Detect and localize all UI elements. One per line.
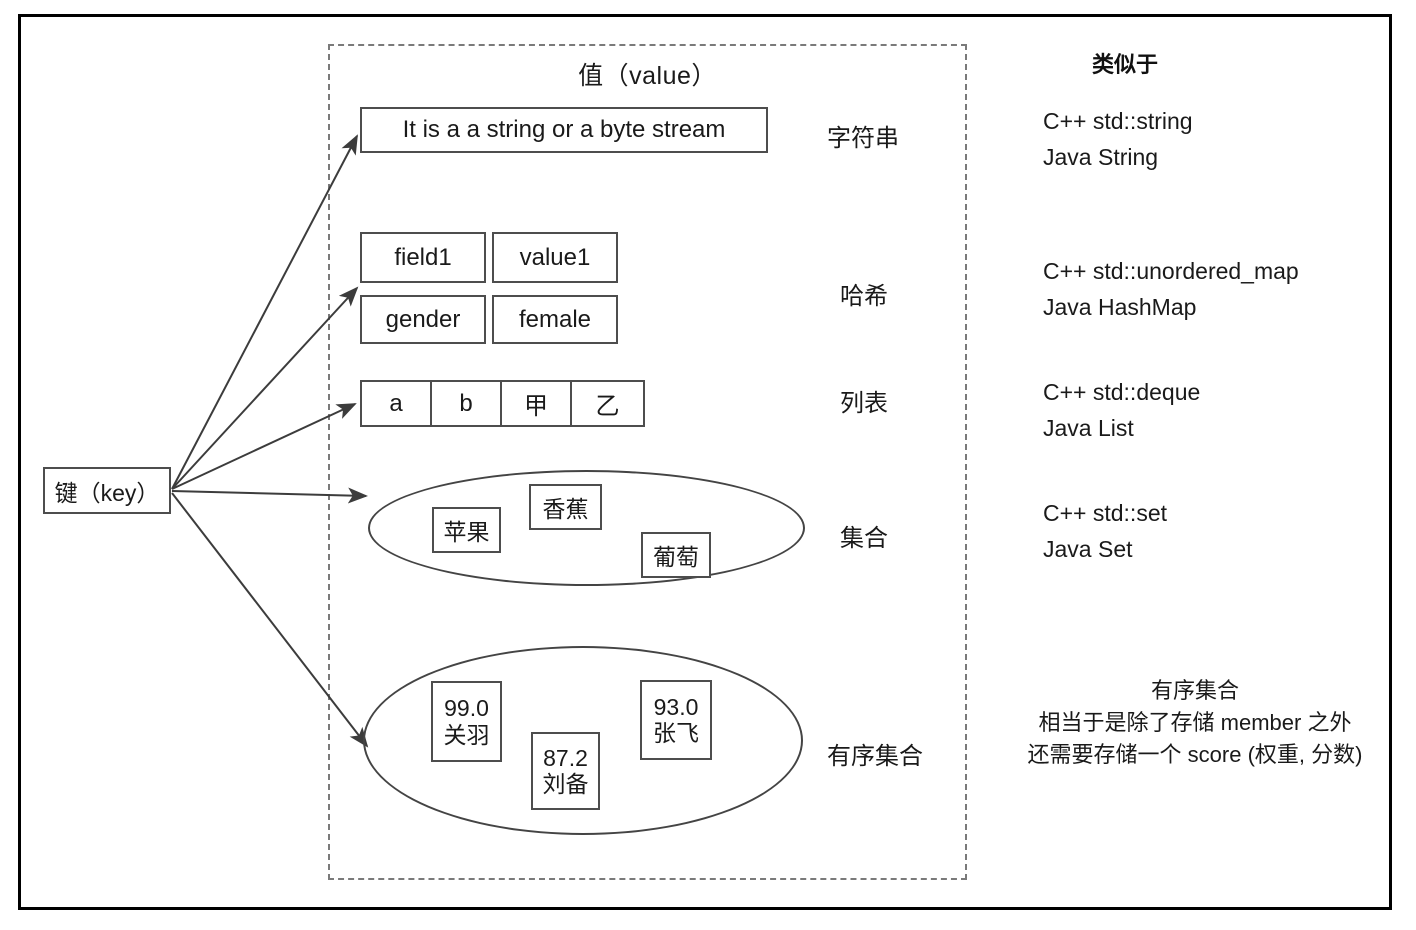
list-cell-text: b bbox=[459, 389, 473, 417]
analog-java-set: Java Set bbox=[1043, 535, 1133, 562]
sorted-set-note: 有序集合 相当于是除了存储 member 之外 还需要存储一个 score (权… bbox=[990, 675, 1400, 771]
sorted-set-note-line-1: 相当于是除了存储 member 之外 bbox=[1038, 709, 1352, 735]
set-item-text: 葡萄 bbox=[653, 544, 699, 570]
key-box-label: 键（key） bbox=[54, 479, 160, 506]
string-value-box: It is a a string or a byte stream bbox=[360, 107, 768, 153]
similar-column-title: 类似于 bbox=[1092, 52, 1159, 77]
list-cell-text: 乙 bbox=[595, 393, 620, 420]
sorted-set-item-box: 93.0 张飞 bbox=[640, 680, 712, 760]
key-box: 键（key） bbox=[43, 467, 171, 514]
analog-java-hashmap: Java HashMap bbox=[1043, 293, 1197, 320]
list-cell: 乙 bbox=[572, 382, 643, 425]
set-item-text: 苹果 bbox=[443, 519, 490, 545]
sorted-set-item-member: 刘备 bbox=[542, 771, 589, 797]
sorted-set-item-box: 87.2 刘备 bbox=[531, 732, 600, 810]
type-label-list: 列表 bbox=[840, 390, 888, 417]
sorted-set-item-member: 张飞 bbox=[653, 720, 699, 746]
analog-cpp-set: C++ std::set bbox=[1043, 500, 1168, 526]
sorted-set-item-score: 93.0 bbox=[653, 693, 699, 720]
hash-field-2-text: gender bbox=[385, 305, 461, 333]
analog-group-list: C++ std::deque Java List bbox=[1043, 375, 1200, 446]
analog-group-hash: C++ std::unordered_map Java HashMap bbox=[1043, 254, 1299, 325]
analog-java-list: Java List bbox=[1043, 414, 1134, 441]
type-label-string: 字符串 bbox=[827, 125, 899, 152]
string-value-text: It is a a string or a byte stream bbox=[402, 116, 726, 143]
hash-field-1-box: field1 bbox=[360, 232, 486, 283]
hash-field-2-box: gender bbox=[360, 295, 486, 344]
type-label-sorted-set: 有序集合 bbox=[827, 743, 923, 770]
analog-cpp-deque: C++ std::deque bbox=[1043, 379, 1201, 405]
list-cell: 甲 bbox=[502, 382, 572, 425]
analog-group-set: C++ std::set Java Set bbox=[1043, 496, 1167, 567]
set-item-text: 香蕉 bbox=[542, 496, 589, 522]
set-item-box: 苹果 bbox=[432, 507, 501, 553]
set-item-box: 葡萄 bbox=[641, 532, 711, 578]
analog-java-string: Java String bbox=[1043, 143, 1159, 170]
diagram-canvas: 值（value） 键（key） It is a a string or a by… bbox=[0, 0, 1416, 930]
sorted-set-item-score: 99.0 bbox=[444, 695, 489, 722]
hash-value-1-text: value1 bbox=[519, 243, 591, 271]
sorted-set-item-member: 关羽 bbox=[443, 721, 490, 748]
analog-cpp-string: C++ std::string bbox=[1043, 108, 1193, 134]
list-cell-text: a bbox=[389, 389, 403, 417]
value-region-title: 值（value） bbox=[578, 62, 717, 90]
sorted-set-note-line-2: 还需要存储一个 score (权重, 分数) bbox=[1027, 741, 1363, 767]
type-label-hash: 哈希 bbox=[840, 283, 888, 310]
hash-value-2-box: female bbox=[492, 295, 618, 344]
hash-value-1-box: value1 bbox=[492, 232, 618, 283]
list-cell: b bbox=[432, 382, 502, 425]
hash-value-2-text: female bbox=[518, 305, 592, 333]
sorted-set-item-score: 87.2 bbox=[543, 744, 588, 771]
list-cell-text: 甲 bbox=[524, 393, 548, 420]
set-item-box: 香蕉 bbox=[529, 484, 602, 530]
analog-group-string: C++ std::string Java String bbox=[1043, 104, 1193, 175]
sorted-set-item-box: 99.0 关羽 bbox=[431, 681, 502, 762]
hash-field-1-text: field1 bbox=[394, 243, 452, 271]
sorted-set-note-heading: 有序集合 bbox=[1150, 678, 1239, 703]
analog-cpp-unordered-map: C++ std::unordered_map bbox=[1043, 258, 1299, 284]
list-row: a b 甲 乙 bbox=[360, 380, 645, 427]
list-cell: a bbox=[362, 382, 432, 425]
type-label-set: 集合 bbox=[840, 525, 888, 552]
